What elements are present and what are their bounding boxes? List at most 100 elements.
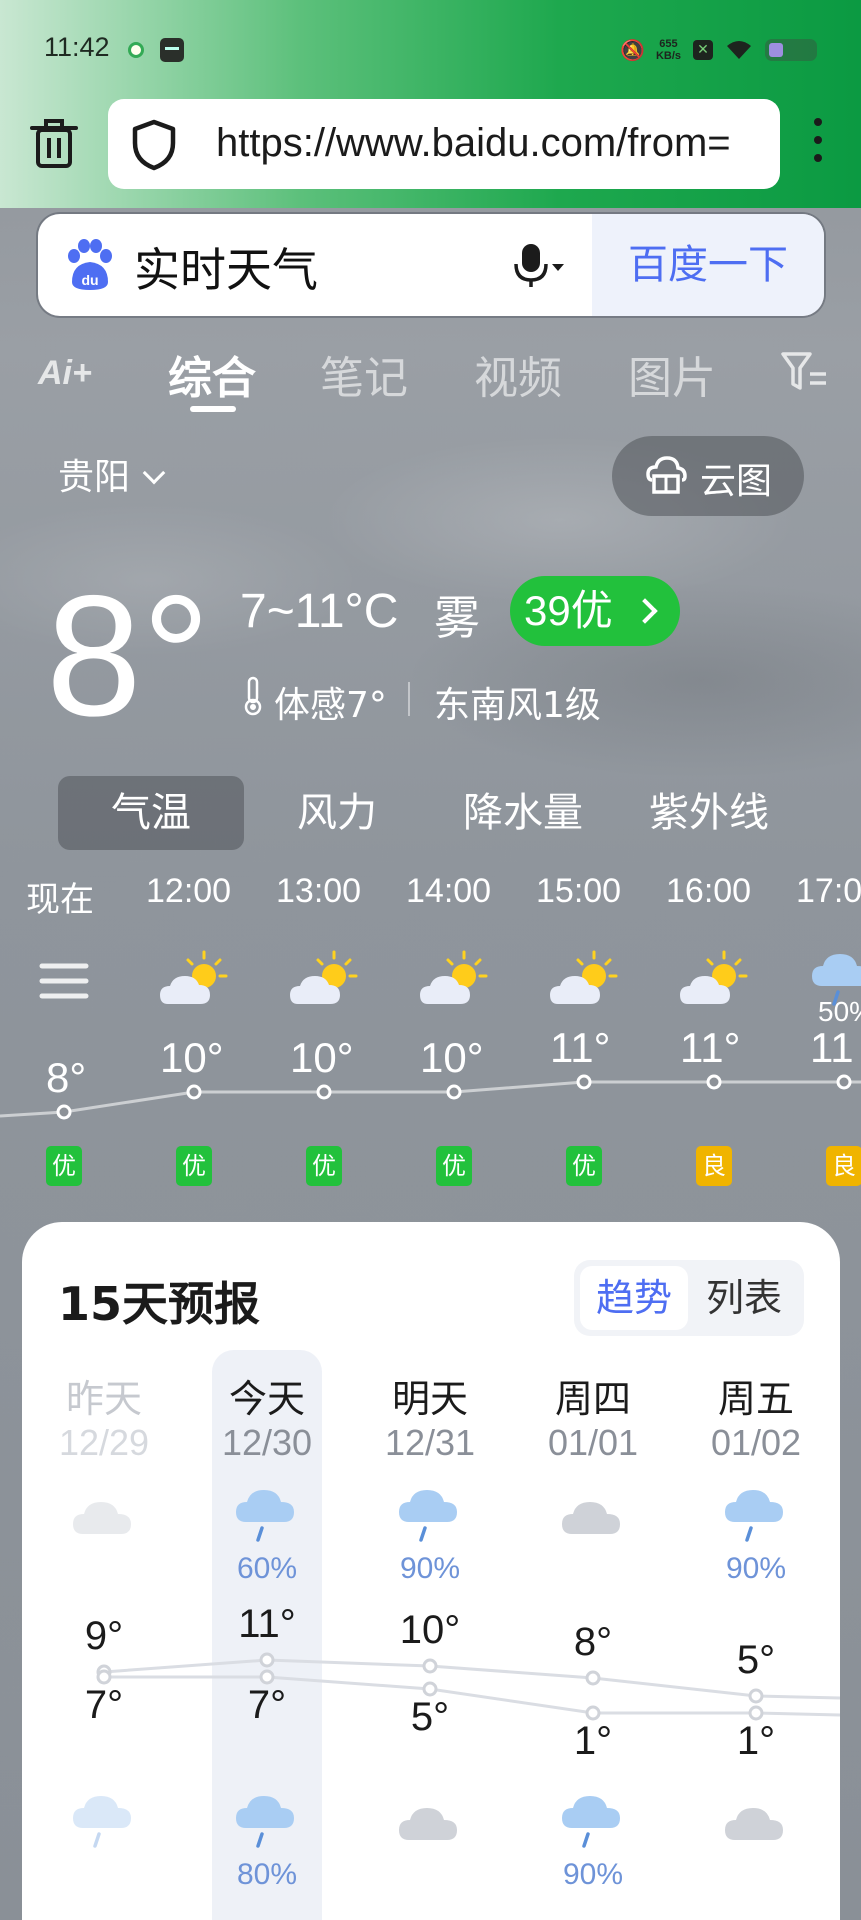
weather-condition: 雾 <box>434 591 480 645</box>
day-high-temp: 10° <box>399 1608 461 1652</box>
chevron-down-icon <box>142 461 166 485</box>
trash-icon[interactable] <box>30 116 78 170</box>
thermometer-icon <box>244 676 262 716</box>
day-low-temp: 7° <box>84 1683 124 1727</box>
notification-app-icon <box>160 38 184 62</box>
day-date: 12/30 <box>221 1422 313 1463</box>
address-bar[interactable]: https://www.baidu.com/from= <box>108 99 780 189</box>
fog-icon <box>28 948 100 1014</box>
cloudy-icon <box>69 1484 139 1544</box>
divider <box>408 682 410 716</box>
cloud-map-button[interactable]: 云图 <box>612 436 804 516</box>
ai-tab[interactable]: Ai+ <box>38 354 92 393</box>
filter-icon[interactable] <box>780 350 830 394</box>
view-toggle: 趋势 列表 <box>574 1260 804 1336</box>
partly-cloudy-icon <box>418 948 490 1014</box>
rain-icon <box>721 1484 791 1544</box>
metric-tab-temperature[interactable]: 气温 <box>58 776 244 850</box>
day-date: 12/29 <box>58 1422 150 1463</box>
tab-all[interactable]: 综合 <box>168 342 256 406</box>
day-date: 01/01 <box>547 1422 639 1463</box>
air-quality-badge: 优 <box>176 1146 212 1186</box>
rain-icon <box>232 1484 302 1544</box>
day-low-temp: 1° <box>573 1719 613 1763</box>
browser-top-bar: 11:42 🔕 655 KB/s ✕ https://www.baidu.com… <box>0 0 861 208</box>
temperature-range: 7~11°C <box>240 585 399 638</box>
day-name: 昨天 <box>65 1377 142 1421</box>
day-precipitation: 90% <box>399 1552 461 1585</box>
cloud-map-label: 云图 <box>700 461 773 502</box>
day-precipitation: 60% <box>236 1552 298 1585</box>
status-icons: 🔕 655 KB/s ✕ <box>620 34 817 66</box>
city-name: 贵阳 <box>58 457 131 498</box>
search-query[interactable]: 实时天气 <box>134 234 318 300</box>
microphone-icon[interactable] <box>508 240 568 290</box>
search-box[interactable]: du 实时天气 百度一下 <box>38 214 824 316</box>
city-selector[interactable]: 贵阳 <box>58 448 166 500</box>
chevron-right-icon <box>632 598 658 624</box>
mute-bell-icon: 🔕 <box>619 38 645 62</box>
hour-time: 17:0 <box>796 872 861 910</box>
hourly-temperature-line <box>0 1074 861 1120</box>
day-high-temp: 11° <box>238 1602 296 1646</box>
hour-time: 15:00 <box>536 872 622 910</box>
hour-time: 16:00 <box>666 872 752 910</box>
night-precipitation: 90% <box>562 1858 624 1891</box>
baidu-paw-icon: du <box>68 239 112 290</box>
rain-icon <box>395 1484 465 1544</box>
night-cloudy-icon <box>721 1790 791 1850</box>
night-rain-icon <box>558 1790 628 1850</box>
metric-tab-precipitation[interactable]: 降水量 <box>430 776 616 850</box>
tab-notes[interactable]: 笔记 <box>320 342 408 406</box>
hour-time: 13:00 <box>276 872 362 910</box>
status-bar: 11:42 🔕 655 KB/s ✕ <box>0 0 861 100</box>
current-temperature: 8° <box>46 560 211 752</box>
url-text[interactable]: https://www.baidu.com/from= <box>216 121 731 166</box>
forecast-card: 15天预报 趋势 列表 昨天 12/29 9° 7° 今天 12/30 60% 11° 7° 80… <box>22 1222 840 1920</box>
day-low-temp: 1° <box>736 1719 776 1763</box>
network-speed-unit: KB/s <box>655 50 681 62</box>
night-rain-icon <box>69 1790 139 1850</box>
hour-time: 现在 <box>26 880 94 920</box>
air-quality-badge: 优 <box>566 1146 602 1186</box>
location-indicator-icon <box>128 42 144 58</box>
day-low-temp: 5° <box>410 1695 450 1739</box>
feels-like: 体感7° <box>274 685 387 726</box>
partly-cloudy-icon <box>158 948 230 1014</box>
day-high-temp: 8° <box>573 1620 613 1664</box>
aqi-value: 39优 <box>524 587 613 634</box>
cloud-map-icon <box>646 456 687 494</box>
air-quality-badge: 良 <box>826 1146 861 1186</box>
x-app-icon: ✕ <box>693 40 713 60</box>
partly-cloudy-icon <box>288 948 360 1014</box>
view-list-button[interactable]: 列表 <box>690 1266 798 1330</box>
view-trend-button[interactable]: 趋势 <box>580 1266 688 1330</box>
more-vertical-icon[interactable] <box>808 118 828 166</box>
tab-video[interactable]: 视频 <box>474 342 562 406</box>
day-low-temp: 7° <box>247 1683 287 1727</box>
result-tabs: Ai+ 综合 笔记 视频 图片 <box>0 334 861 424</box>
metric-tab-wind[interactable]: 风力 <box>244 776 430 850</box>
wind: 东南风1级 <box>434 685 601 726</box>
air-quality-badge: 良 <box>696 1146 732 1186</box>
battery-icon <box>765 39 817 61</box>
air-quality-badge: 优 <box>436 1146 472 1186</box>
forecast-title: 15天预报 <box>58 1277 261 1331</box>
air-quality-badge: 优 <box>46 1146 82 1186</box>
air-quality-badge: 优 <box>306 1146 342 1186</box>
svg-text:du: du <box>81 272 98 288</box>
metric-tab-uv[interactable]: 紫外线 <box>616 776 802 850</box>
partly-cloudy-icon <box>678 948 750 1014</box>
shield-icon[interactable] <box>130 119 178 171</box>
status-time: 11:42 <box>44 32 110 62</box>
network-speed-value: 655 <box>659 38 678 50</box>
tab-images[interactable]: 图片 <box>628 342 716 406</box>
day-name: 今天 <box>228 1377 305 1421</box>
network-speed: 655 KB/s <box>656 38 681 62</box>
active-tab-indicator <box>190 406 236 412</box>
aqi-badge[interactable]: 39优 <box>510 576 680 646</box>
search-button[interactable]: 百度一下 <box>592 214 824 316</box>
day-high-temp: 9° <box>84 1614 124 1658</box>
hour-time: 14:00 <box>406 872 492 910</box>
day-precipitation: 90% <box>725 1552 787 1585</box>
